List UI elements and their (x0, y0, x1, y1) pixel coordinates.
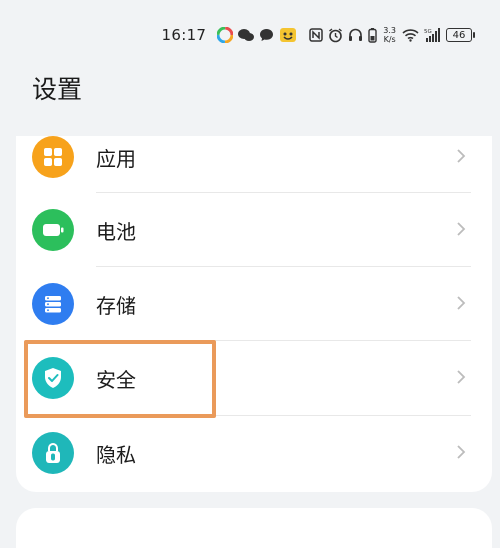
settings-list: 应用 电池 存储 安全 隐私 (16, 136, 492, 492)
alarm-icon (328, 27, 343, 43)
chevron-right-icon (456, 441, 466, 465)
network-speed-value: 3.3 (383, 26, 396, 35)
privacy-lock-icon (32, 432, 74, 474)
svg-text:5G: 5G (424, 29, 432, 35)
battery-level: 46 (452, 29, 466, 41)
wechat-icon (238, 28, 255, 42)
message-icon (259, 28, 274, 42)
chevron-right-icon (456, 145, 466, 169)
settings-item-label: 应用 (96, 146, 136, 171)
chevron-right-icon (456, 366, 466, 390)
wifi-icon (402, 28, 419, 42)
multicolor-app-icon (217, 27, 234, 43)
settings-item-label: 安全 (96, 367, 136, 392)
settings-list-next (16, 508, 492, 548)
settings-item-label: 存储 (96, 293, 136, 318)
apps-grid-icon (32, 136, 74, 178)
battery-indicator: 46 (446, 28, 475, 42)
settings-item-security[interactable]: 安全 (16, 341, 492, 415)
settings-item-label: 隐私 (96, 442, 136, 467)
status-bar: 16:17 3.3 K/s 5G 46 (0, 22, 500, 48)
settings-item-label: 电池 (96, 219, 136, 244)
storage-icon (32, 283, 74, 325)
nfc-icon (309, 28, 324, 42)
settings-item-apps[interactable]: 应用 (16, 136, 492, 194)
shield-check-icon (32, 357, 74, 399)
settings-item-battery[interactable]: 电池 (16, 193, 492, 267)
settings-item-storage[interactable]: 存储 (16, 267, 492, 341)
battery-icon (32, 209, 74, 251)
emoji-app-icon (279, 27, 297, 43)
chevron-right-icon (456, 292, 466, 316)
settings-item-privacy[interactable]: 隐私 (16, 416, 492, 490)
network-speed: 3.3 K/s (383, 26, 396, 44)
signal-5g-icon: 5G (424, 28, 440, 42)
headphones-icon (348, 28, 363, 42)
phone-battery-icon (368, 27, 377, 43)
chevron-right-icon (456, 218, 466, 242)
status-time: 16:17 (161, 26, 207, 44)
network-speed-unit: K/s (383, 35, 396, 44)
page-title: 设置 (32, 75, 83, 104)
